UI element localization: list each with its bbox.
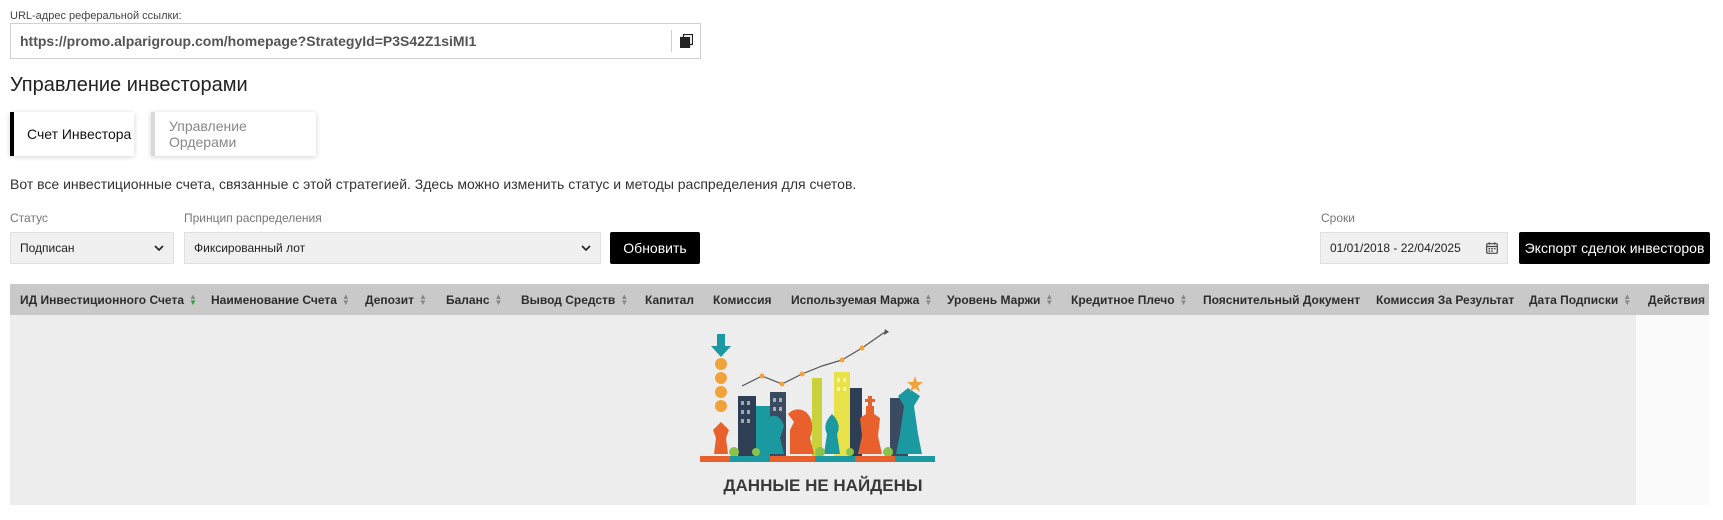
- column-header-subscription-date[interactable]: Дата Подписки ▲ ▼: [1529, 284, 1631, 315]
- period-date-range[interactable]: 01/01/2018 - 22/04/2025: [1320, 232, 1508, 264]
- tab-label: Счет Инвестора: [27, 126, 132, 142]
- sort-icon[interactable]: ▲ ▼: [1180, 292, 1188, 306]
- column-label: Баланс: [446, 292, 490, 307]
- chevron-down-icon: [581, 245, 591, 251]
- column-header-leverage[interactable]: Кредитное Плечо ▲ ▼: [1071, 284, 1187, 315]
- referral-url[interactable]: https://promo.alparigroup.com/homepage?S…: [11, 33, 671, 49]
- column-label: Дата Подписки: [1529, 292, 1619, 307]
- sort-icon[interactable]: ▲ ▼: [1045, 292, 1053, 306]
- column-label: Уровень Маржи: [947, 292, 1041, 307]
- column-label: Пояснительный Документ: [1203, 292, 1361, 307]
- status-value: Подписан: [20, 241, 75, 255]
- description-text: Вот все инвестиционные счета, связанные …: [10, 176, 857, 192]
- period-label: Сроки: [1321, 211, 1355, 225]
- tab-label: Управление Ордерами: [169, 118, 247, 150]
- column-header-investment-account-id[interactable]: ИД Инвестиционного Счета ▲ ▼: [20, 284, 197, 315]
- period-value: 01/01/2018 - 22/04/2025: [1330, 241, 1461, 255]
- calendar-icon[interactable]: [1486, 242, 1498, 254]
- column-label: Депозит: [365, 292, 415, 307]
- table-header: ИД Инвестиционного Счета ▲ ▼ Наименование…: [10, 284, 1709, 315]
- copy-icon[interactable]: [679, 34, 693, 48]
- export-button[interactable]: Экспорт сделок инвесторов: [1519, 232, 1710, 264]
- column-header-withdrawal[interactable]: Вывод Средств ▲ ▼: [521, 284, 628, 315]
- column-label: Используемая Маржа: [791, 292, 920, 307]
- sort-icon[interactable]: ▲ ▼: [1623, 292, 1631, 306]
- sort-icon[interactable]: ▲ ▼: [924, 292, 932, 306]
- column-label: Вывод Средств: [521, 292, 616, 307]
- column-header-balance[interactable]: Баланс ▲ ▼: [446, 284, 502, 315]
- column-header-commission: Комиссия: [713, 284, 771, 315]
- referral-url-field[interactable]: https://promo.alparigroup.com/homepage?S…: [10, 23, 701, 59]
- status-select[interactable]: Подписан: [10, 232, 174, 264]
- column-label: Наименование Счета: [211, 292, 337, 307]
- column-label: Кредитное Плечо: [1071, 292, 1175, 307]
- column-header-actions: Действия: [1648, 284, 1705, 315]
- sort-icon[interactable]: ▲ ▼: [189, 292, 197, 306]
- column-header-account-name[interactable]: Наименование Счета ▲ ▼: [211, 284, 350, 315]
- copy-button[interactable]: [672, 24, 700, 58]
- chevron-down-icon: [154, 245, 164, 251]
- column-label: Комиссия За Результат: [1376, 292, 1515, 307]
- chess-city-illustration: [700, 329, 935, 462]
- table-actions-column: [1636, 315, 1709, 505]
- sort-icon[interactable]: ▲ ▼: [419, 292, 427, 306]
- distribution-select[interactable]: Фиксированный лот: [184, 232, 601, 264]
- column-header-deposit[interactable]: Депозит ▲ ▼: [365, 284, 427, 315]
- column-label: Капитал: [645, 292, 694, 307]
- referral-label: URL-адрес реферальной ссылки:: [10, 10, 182, 22]
- status-label: Статус: [10, 211, 48, 225]
- distribution-label: Принцип распределения: [184, 211, 322, 225]
- page-title: Управление инвесторами: [10, 74, 248, 96]
- column-header-performance-fee: Комиссия За Результат: [1376, 284, 1514, 315]
- column-header-equity: Капитал: [645, 284, 694, 315]
- empty-state-message: ДАННЫЕ НЕ НАЙДЕНЫ: [723, 476, 923, 495]
- tab-order-management[interactable]: Управление Ордерами: [151, 112, 316, 156]
- column-header-disclosure-document: Пояснительный Документ: [1203, 284, 1360, 315]
- distribution-value: Фиксированный лот: [194, 241, 306, 255]
- sort-icon[interactable]: ▲ ▼: [495, 292, 503, 306]
- sort-icon[interactable]: ▲ ▼: [620, 292, 628, 306]
- column-label: ИД Инвестиционного Счета: [20, 292, 184, 307]
- column-header-margin-level[interactable]: Уровень Маржи ▲ ▼: [947, 284, 1053, 315]
- sort-icon[interactable]: ▲ ▼: [342, 292, 350, 306]
- refresh-button[interactable]: Обновить: [610, 232, 700, 264]
- tab-investor-account[interactable]: Счет Инвестора: [10, 112, 134, 156]
- column-header-used-margin[interactable]: Используемая Маржа ▲ ▼: [791, 284, 932, 315]
- column-label: Действия: [1648, 292, 1706, 307]
- column-label: Комиссия: [713, 292, 772, 307]
